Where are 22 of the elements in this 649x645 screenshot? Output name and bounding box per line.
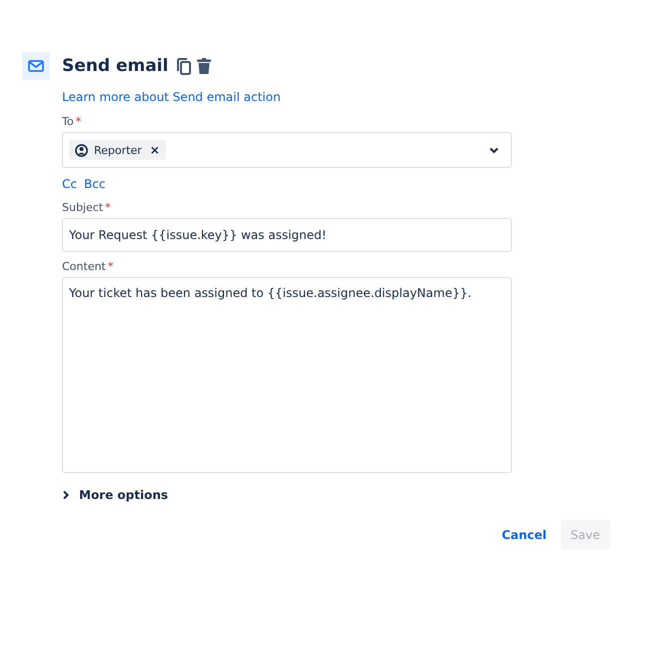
required-mark: * bbox=[108, 260, 114, 274]
cc-link[interactable]: Cc bbox=[62, 177, 77, 193]
remove-chip-button[interactable]: × bbox=[150, 143, 160, 157]
recipient-select[interactable]: Reporter × bbox=[62, 132, 512, 168]
required-mark: * bbox=[76, 115, 82, 129]
cancel-button[interactable]: Cancel bbox=[500, 520, 549, 549]
copy-icon[interactable] bbox=[177, 58, 192, 74]
cc-link[interactable]: Bcc bbox=[84, 177, 106, 193]
field-label: Content bbox=[62, 260, 106, 274]
field-label: To bbox=[62, 115, 74, 129]
learn-more-link[interactable]: Learn more about Send email action bbox=[62, 90, 281, 107]
required-mark: * bbox=[105, 201, 111, 215]
trash-icon[interactable] bbox=[197, 58, 212, 74]
content-field[interactable]: Your ticket has been assigned to {{issue.assignee.displayName}}. bbox=[62, 277, 512, 473]
chip-label: Reporter bbox=[94, 144, 142, 156]
more-options-toggle[interactable]: More options bbox=[62, 488, 168, 502]
user-icon bbox=[75, 144, 88, 156]
field-label: Subject bbox=[62, 201, 104, 215]
action-title: Send email bbox=[62, 56, 168, 76]
chevron-down-icon bbox=[489, 146, 499, 154]
envelope-icon bbox=[28, 60, 44, 72]
subject-field[interactable]: Your Request {{issue.key}} was assigned! bbox=[62, 218, 512, 252]
